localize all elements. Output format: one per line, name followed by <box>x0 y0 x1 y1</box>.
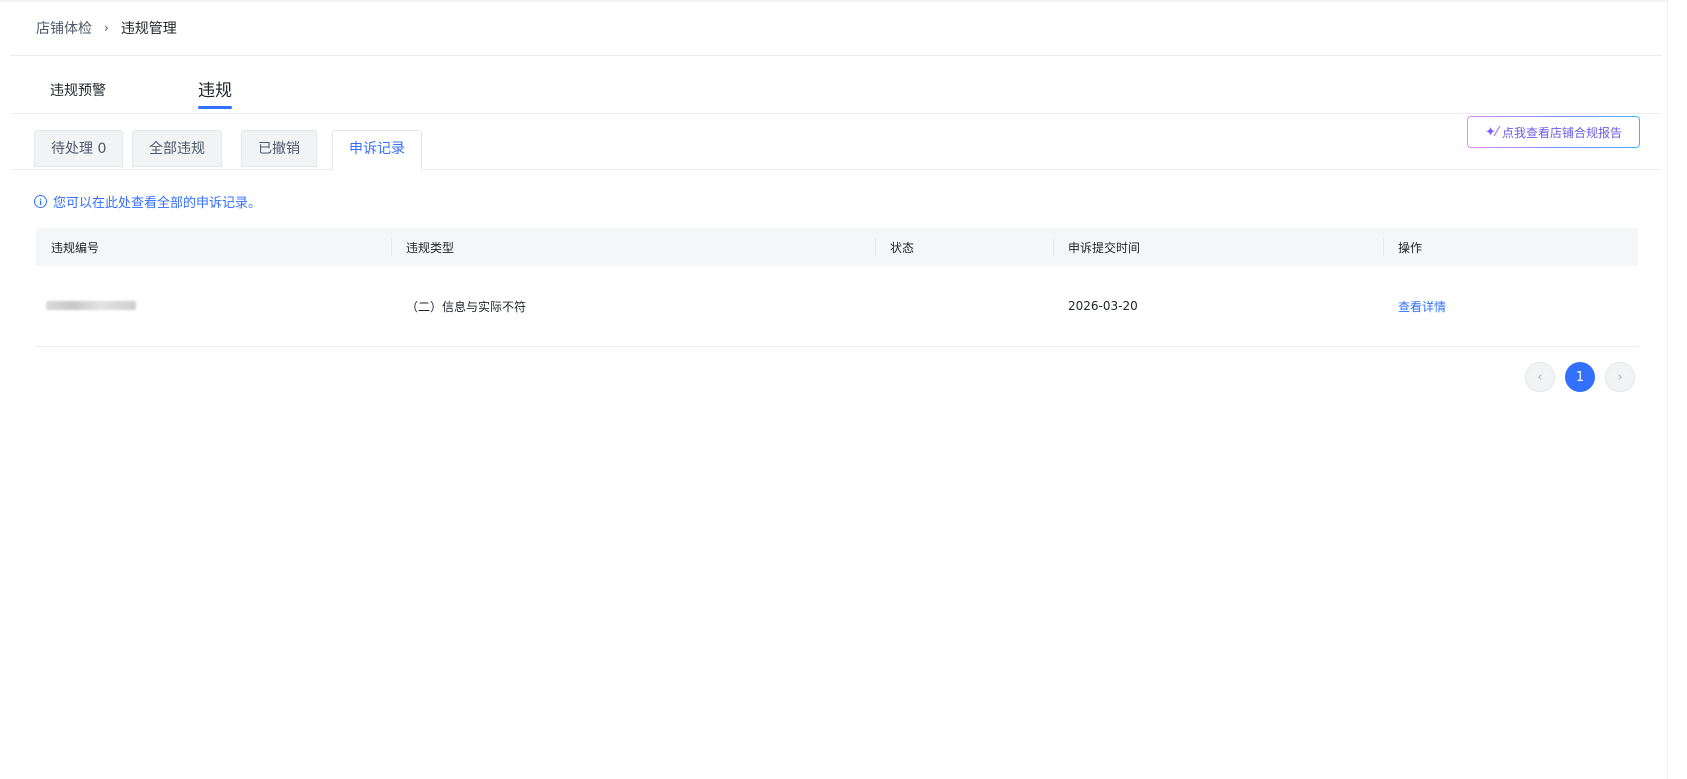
sub-tabs: 待处理 0 全部违规 已撤销 申诉记录 <box>10 129 1662 170</box>
tab-all-violations[interactable]: 全部违规 <box>132 130 222 167</box>
column-header-violation-type: 违规类型 <box>391 228 875 266</box>
info-tip-text: 您可以在此处查看全部的申诉记录。 <box>53 196 262 211</box>
column-header-action: 操作 <box>1383 228 1638 266</box>
pagination: ‹ 1 › <box>1525 362 1635 392</box>
tab-revoked[interactable]: 已撤销 <box>241 130 317 167</box>
top-border <box>0 0 1687 2</box>
chevron-right-icon: › <box>1617 369 1623 385</box>
prev-page-button[interactable]: ‹ <box>1525 362 1555 392</box>
table-header: 违规编号 违规类型 状态 申诉提交时间 操作 <box>36 228 1638 266</box>
page: 店铺体检 › 违规管理 违规预警 违规 ✦⁄ 点我查看店铺合规报告 待处理 0 … <box>0 0 1687 779</box>
info-icon: i <box>34 195 47 208</box>
table-row: （二）信息与实际不符 2026-03-20 查看详情 <box>36 266 1638 347</box>
next-page-button[interactable]: › <box>1605 362 1635 392</box>
scrollbar-track[interactable] <box>1667 0 1687 779</box>
info-tip: i 您可以在此处查看全部的申诉记录。 <box>34 192 261 211</box>
tab-violation-warning[interactable]: 违规预警 <box>50 80 106 100</box>
cell-violation-id <box>36 299 391 313</box>
view-details-link[interactable]: 查看详情 <box>1398 300 1446 314</box>
breadcrumb: 店铺体检 › 违规管理 <box>36 18 177 38</box>
cell-submit-time: 2026-03-20 <box>1068 299 1138 313</box>
appeal-records-table: 违规编号 违规类型 状态 申诉提交时间 操作 （二）信息与实际不符 2026-0… <box>36 228 1638 347</box>
breadcrumb-item-violation-management: 违规管理 <box>120 21 177 37</box>
cell-violation-type: （二）信息与实际不符 <box>406 299 527 314</box>
tab-pending[interactable]: 待处理 0 <box>34 130 124 167</box>
breadcrumb-item-store-checkup[interactable]: 店铺体检 <box>36 18 92 38</box>
column-header-submit-time: 申诉提交时间 <box>1053 228 1383 266</box>
tab-appeal-records[interactable]: 申诉记录 <box>332 130 422 170</box>
cell-action: 查看详情 <box>1383 298 1638 315</box>
tab-violation[interactable]: 违规 <box>198 76 232 109</box>
active-tab-indicator <box>198 106 232 109</box>
redacted-id <box>46 301 136 310</box>
column-header-status: 状态 <box>875 228 1053 266</box>
page-button-1[interactable]: 1 <box>1565 362 1595 392</box>
chevron-left-icon: ‹ <box>1537 369 1543 385</box>
tab-label: 违规 <box>198 81 232 101</box>
main-tabs: 违规预警 违规 <box>10 56 1662 114</box>
tab-label: 违规预警 <box>50 83 106 99</box>
chevron-right-icon: › <box>104 21 109 35</box>
column-header-violation-id: 违规编号 <box>51 240 100 255</box>
